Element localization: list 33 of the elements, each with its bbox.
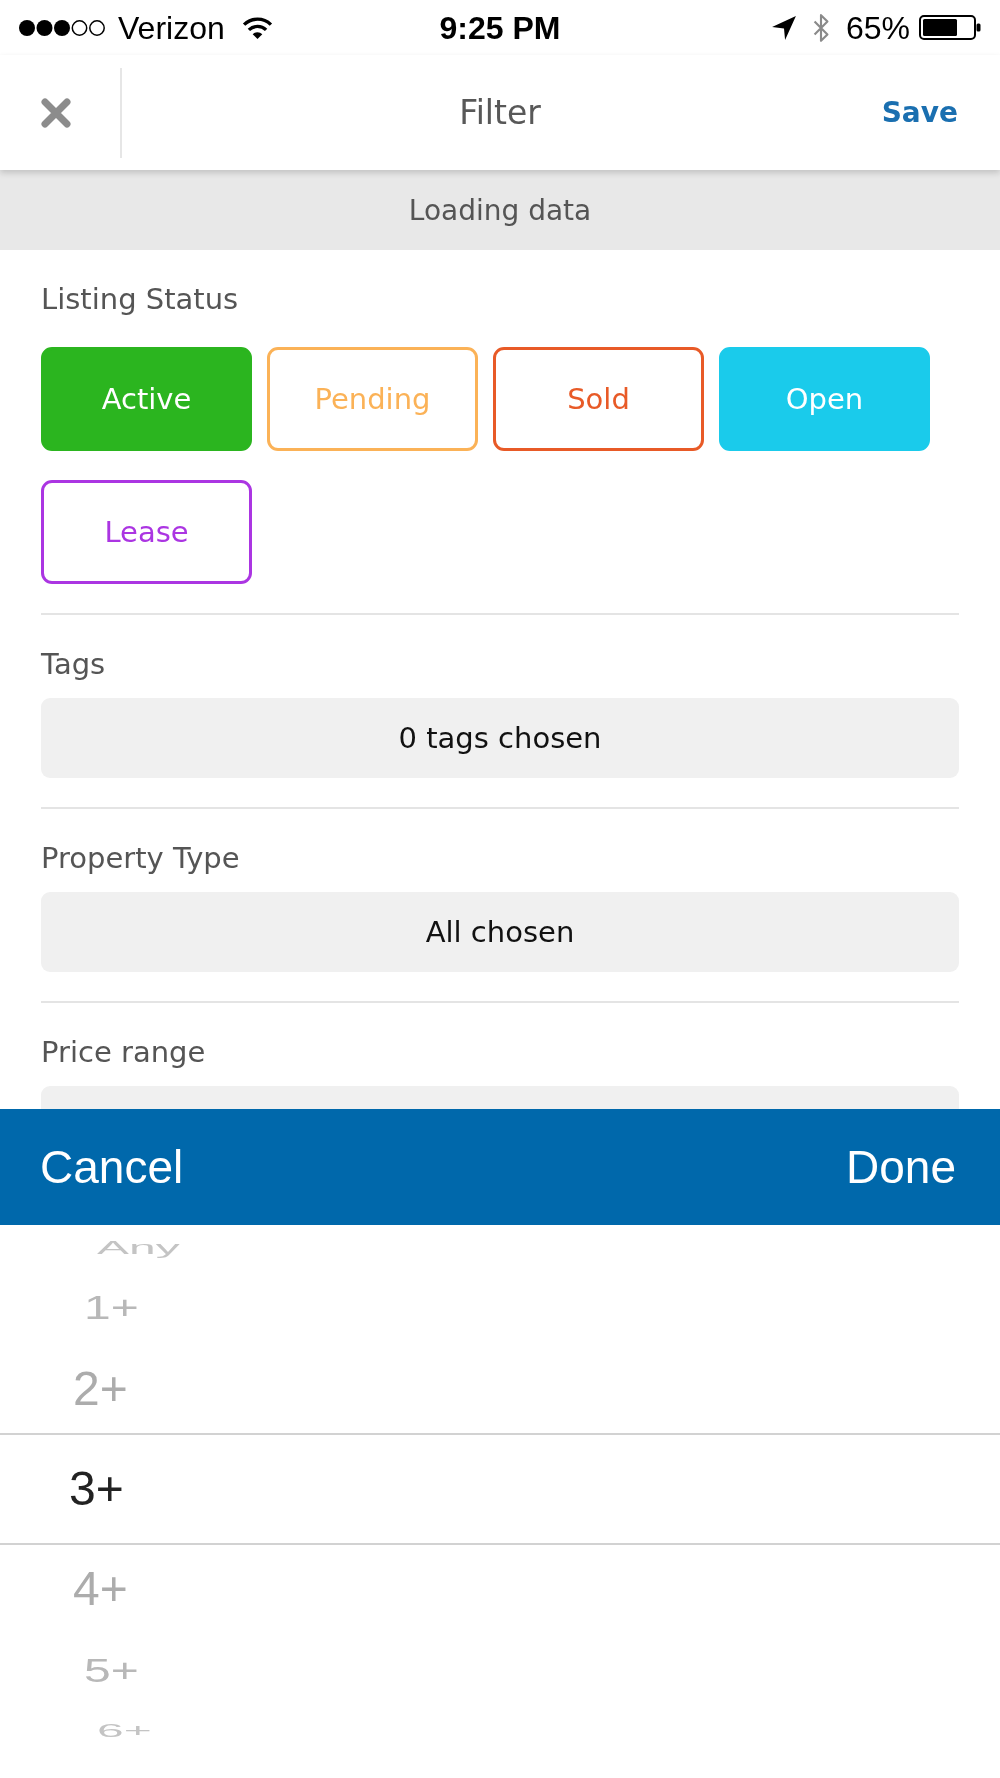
status-toggle[interactable]: Pending bbox=[267, 347, 478, 451]
picker-option[interactable]: Any bbox=[97, 1238, 180, 1257]
status-toggle[interactable]: Lease bbox=[41, 480, 252, 584]
picker-option[interactable]: 4+ bbox=[73, 1565, 128, 1613]
loading-text: Loading data bbox=[408, 193, 592, 227]
battery-icon bbox=[919, 15, 981, 40]
carrier-name: Verizon bbox=[118, 11, 225, 44]
battery-percent: 65% bbox=[845, 11, 910, 44]
cancel-button[interactable]: Cancel bbox=[40, 1140, 184, 1194]
status-toggle[interactable]: Sold bbox=[493, 347, 704, 451]
status-toggle[interactable]: Open bbox=[719, 347, 930, 451]
bluetooth-icon bbox=[811, 12, 830, 43]
section-label: Tags bbox=[41, 646, 107, 682]
location-arrow-icon bbox=[770, 14, 797, 41]
picker-option[interactable]: 3+ bbox=[69, 1465, 124, 1513]
done-button[interactable]: Done bbox=[846, 1140, 956, 1194]
picker-option[interactable]: 5+ bbox=[84, 1653, 139, 1688]
header-title: Filter bbox=[459, 93, 541, 132]
selector-field[interactable]: 0 tags chosen bbox=[41, 698, 959, 778]
close-icon bbox=[40, 96, 72, 129]
section-label: Property Type bbox=[41, 840, 241, 876]
picker-option[interactable]: 2+ bbox=[73, 1365, 128, 1413]
section-label: Price range bbox=[41, 1034, 207, 1070]
status-toggle[interactable]: Active bbox=[41, 347, 252, 451]
clock-time: 9:25 PM bbox=[439, 11, 561, 44]
picker-option[interactable]: 6+ bbox=[97, 1721, 152, 1740]
wifi-icon bbox=[241, 16, 273, 39]
section-label: Listing Status bbox=[41, 281, 240, 317]
selector-field[interactable]: All chosen bbox=[41, 892, 959, 972]
selector-field[interactable] bbox=[41, 1086, 959, 1109]
picker-option[interactable]: 1+ bbox=[84, 1290, 139, 1325]
signal-icon bbox=[18, 18, 106, 37]
save-button[interactable]: Save bbox=[881, 96, 958, 129]
